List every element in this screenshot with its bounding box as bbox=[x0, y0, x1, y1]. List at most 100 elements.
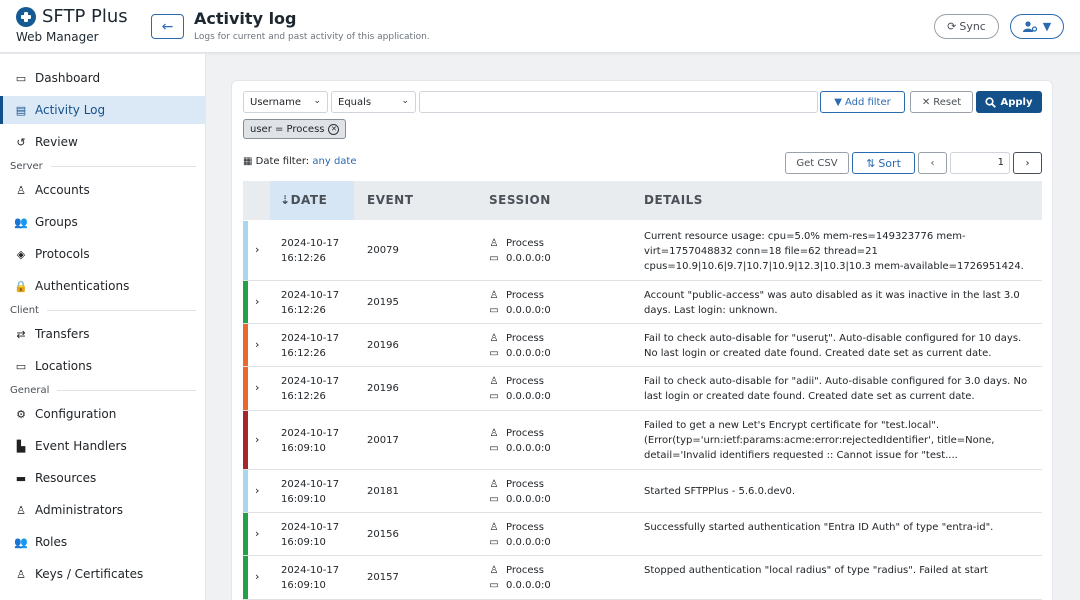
sidebar-item-label: Accounts bbox=[35, 183, 90, 197]
brand-name: SFTP Plus bbox=[42, 6, 128, 27]
sidebar-item-keys-certificates[interactable]: ♙ Keys / Certificates bbox=[0, 560, 206, 588]
expand-row-icon[interactable]: › bbox=[255, 243, 259, 256]
expand-row-icon[interactable]: › bbox=[255, 484, 259, 497]
section-label: Server bbox=[10, 161, 43, 172]
sidebar-item-review[interactable]: ↺ Review bbox=[0, 128, 206, 156]
add-filter-label: Add filter bbox=[844, 96, 891, 108]
table-row[interactable]: › 2024-10-17 16:09:10 20157 ♙ Process ▭ 0.0.0.0… bbox=[243, 556, 1042, 600]
arrow-left-icon: ← bbox=[161, 18, 174, 35]
top-header: SFTP Plus Web Manager ← Activity log Log… bbox=[0, 0, 1080, 53]
filter-icon: ▼ bbox=[834, 96, 842, 108]
date-filter-link[interactable]: any date bbox=[312, 156, 356, 167]
sidebar-item-resources[interactable]: ▬ Resources bbox=[0, 464, 206, 492]
table-row[interactable]: › 2024-10-17 16:12:26 20196 ♙ Process ▭ 0.0.0.0… bbox=[243, 367, 1042, 411]
remove-filter-icon[interactable]: ✕ bbox=[328, 123, 340, 135]
get-csv-button[interactable]: Get CSV bbox=[785, 152, 849, 174]
sidebar-item-configuration[interactable]: ⚙ Configuration bbox=[0, 400, 206, 428]
expand-row-icon[interactable]: › bbox=[255, 570, 259, 583]
session-cell: ♙ Process ▭ 0.0.0.0:0 bbox=[488, 288, 550, 318]
sidebar-item-accounts[interactable]: ♙ Accounts bbox=[0, 176, 206, 204]
expand-row-icon[interactable]: › bbox=[255, 295, 259, 308]
session-user: Process bbox=[506, 238, 544, 249]
expand-row-icon[interactable]: › bbox=[255, 338, 259, 351]
log-level-indicator bbox=[243, 367, 248, 410]
sidebar-item-protocols[interactable]: ◈ Protocols bbox=[0, 240, 206, 268]
expand-row-icon[interactable]: › bbox=[255, 381, 259, 394]
layers-icon: ◈ bbox=[16, 247, 26, 261]
expand-row-icon[interactable]: › bbox=[255, 433, 259, 446]
sort-button[interactable]: ⇅ Sort bbox=[852, 152, 915, 174]
column-header-event[interactable]: EVENT bbox=[367, 181, 413, 220]
event-id-cell: 20079 bbox=[367, 245, 399, 256]
sidebar-item-administrators[interactable]: ♙ Administrators bbox=[0, 496, 206, 524]
sidebar-item-label: Keys / Certificates bbox=[35, 567, 144, 581]
date-filter-label: Date filter: bbox=[255, 156, 310, 167]
chevron-left-icon: ‹ bbox=[930, 157, 935, 169]
log-level-indicator bbox=[243, 324, 248, 366]
computer-icon: ▭ bbox=[489, 493, 499, 505]
next-page-button[interactable]: › bbox=[1013, 152, 1042, 174]
sidebar-item-transfers[interactable]: ⇄ Transfers bbox=[0, 320, 206, 348]
sidebar-item-groups[interactable]: 👥 Groups bbox=[0, 208, 206, 236]
filter-operator-value: Equals bbox=[338, 96, 372, 108]
table-row[interactable]: › 2024-10-17 16:09:10 20017 ♙ Process ▭ 0.0.0.0… bbox=[243, 411, 1042, 470]
add-filter-button[interactable]: ▼ Add filter bbox=[820, 91, 905, 113]
table-row[interactable]: › 2024-10-17 16:12:26 20196 ♙ Process ▭ 0.0.0.0… bbox=[243, 324, 1042, 367]
chevron-down-icon: ⌄ bbox=[313, 96, 321, 106]
back-button[interactable]: ← bbox=[151, 14, 184, 39]
user-icon: ♙ bbox=[489, 521, 499, 533]
user-cog-icon: ♙ bbox=[16, 503, 26, 517]
event-id-cell: 20195 bbox=[367, 296, 399, 308]
time-value: 16:09:10 bbox=[281, 580, 326, 591]
sync-button[interactable]: ⟳ Sync bbox=[934, 14, 999, 39]
session-cell: ♙ Process ▭ 0.0.0.0:0 bbox=[488, 236, 550, 266]
date-value: 2024-10-17 bbox=[281, 238, 340, 249]
previous-page-button[interactable]: ‹ bbox=[918, 152, 947, 174]
reset-button[interactable]: ✕ Reset bbox=[910, 91, 973, 113]
active-filter-chip: user = Process ✕ bbox=[243, 119, 347, 139]
computer-icon: ▭ bbox=[489, 391, 499, 402]
session-address: 0.0.0.0:0 bbox=[506, 493, 551, 505]
date-cell: 2024-10-17 16:12:26 bbox=[281, 288, 339, 318]
table-row[interactable]: › 2024-10-17 16:12:26 20195 ♙ Process ▭ 0.0.0.0… bbox=[243, 281, 1042, 324]
table-row[interactable]: › 2024-10-17 16:12:26 20079 ♙ Process ▭ 0.0.0.0… bbox=[243, 221, 1042, 281]
user-menu-button[interactable]: ▼ bbox=[1010, 14, 1064, 39]
user-cog-icon bbox=[1022, 21, 1037, 32]
column-header-details[interactable]: DETAILS bbox=[644, 181, 703, 220]
date-value: 2024-10-17 bbox=[281, 376, 340, 387]
sidebar-item-authentications[interactable]: 🔒 Authentications bbox=[0, 272, 206, 300]
page-number-input[interactable]: 1 bbox=[950, 152, 1010, 174]
get-csv-label: Get CSV bbox=[796, 157, 838, 169]
session-cell: ♙ Process ▭ 0.0.0.0:0 bbox=[488, 520, 550, 550]
date-cell: 2024-10-17 16:09:10 bbox=[281, 563, 339, 593]
sidebar-item-label: Roles bbox=[35, 535, 68, 549]
column-header-session[interactable]: SESSION bbox=[489, 181, 551, 220]
sidebar-item-event-handlers[interactable]: ▙ Event Handlers bbox=[0, 432, 206, 460]
event-id-cell: 20196 bbox=[367, 339, 399, 351]
time-value: 16:12:26 bbox=[281, 347, 326, 359]
exchange-icon: ⇄ bbox=[16, 327, 26, 341]
date-value: 2024-10-17 bbox=[281, 427, 340, 439]
log-level-indicator bbox=[243, 470, 248, 512]
sidebar-item-activity-log[interactable]: ▤ Activity Log bbox=[0, 96, 206, 124]
event-id-cell: 20157 bbox=[367, 572, 399, 583]
expand-row-icon[interactable]: › bbox=[255, 527, 259, 540]
sidebar-item-locations[interactable]: ▭ Locations bbox=[0, 352, 206, 380]
filter-operator-select[interactable]: Equals ⌄ bbox=[331, 91, 416, 113]
sidebar-item-roles[interactable]: 👥 Roles bbox=[0, 528, 206, 556]
user-icon: ♙ bbox=[489, 427, 499, 439]
table-row[interactable]: › 2024-10-17 16:09:10 20156 ♙ Process ▭ 0.0.0.0… bbox=[243, 513, 1042, 556]
time-value: 16:12:26 bbox=[281, 253, 326, 264]
monitor-icon: ▭ bbox=[15, 359, 27, 373]
session-cell: ♙ Process ▭ 0.0.0.0:0 bbox=[488, 374, 550, 404]
sidebar-item-dashboard[interactable]: ▭ Dashboard bbox=[0, 64, 206, 92]
table-row[interactable]: › 2024-10-17 16:09:10 20181 ♙ Process ▭ 0.0.0.0… bbox=[243, 470, 1042, 513]
filter-value-input[interactable] bbox=[419, 91, 818, 113]
apply-button[interactable]: Apply bbox=[976, 91, 1042, 113]
column-header-date[interactable]: ⇣DATE bbox=[270, 181, 354, 220]
details-cell: Fail to check auto-disable for "adii". A… bbox=[644, 376, 1028, 402]
date-cell: 2024-10-17 16:12:26 bbox=[281, 236, 339, 266]
nav-section-server: Server bbox=[10, 161, 196, 172]
event-id-cell: 20156 bbox=[367, 528, 399, 540]
filter-field-select[interactable]: Username ⌄ bbox=[243, 91, 328, 113]
